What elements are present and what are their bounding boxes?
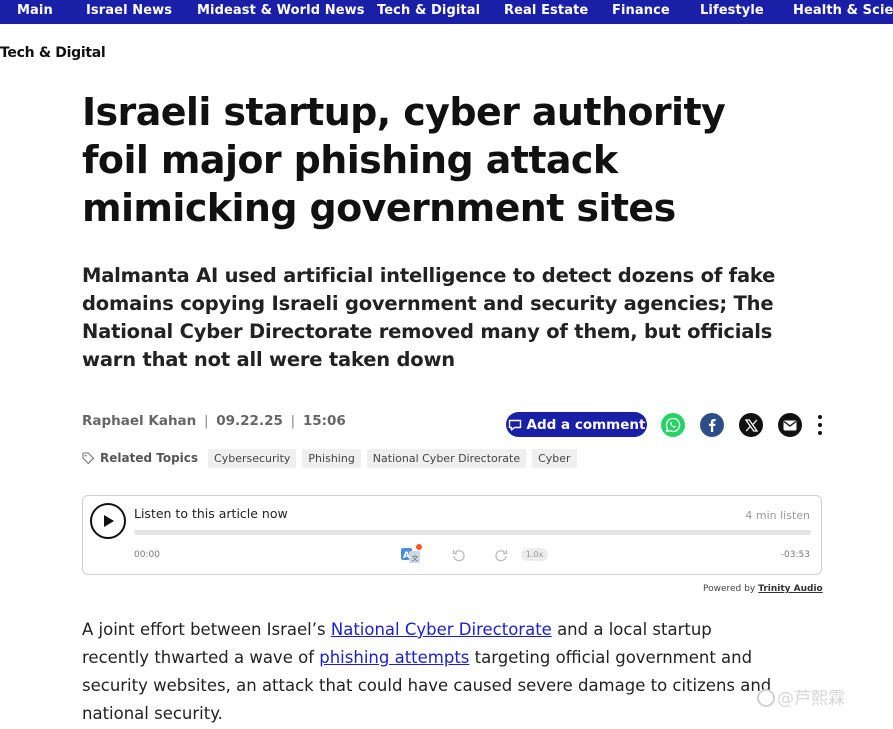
tag-icon [82, 452, 94, 464]
article-body-paragraph: A joint effort between Israel’s National… [82, 616, 782, 728]
topic-chip-phishing[interactable]: Phishing [302, 448, 361, 468]
nav-item-israel-news[interactable]: Israel News [86, 3, 172, 18]
article-headline: Israeli startup, cyber authority foil ma… [82, 90, 726, 230]
related-topics-label: Related Topics [100, 451, 199, 465]
nav-item-lifestyle[interactable]: Lifestyle [700, 3, 764, 18]
facebook-share-button[interactable] [700, 413, 724, 437]
nav-item-mideast-world-news[interactable]: Mideast & World News [197, 3, 365, 18]
article-subheadline: Malmanta AI used artificial intelligence… [82, 264, 776, 371]
email-icon [783, 420, 797, 430]
topic-chip-cybersecurity[interactable]: Cybersecurity [208, 448, 297, 468]
publish-date: 09.22.25 [216, 413, 283, 429]
topic-chip-cyber[interactable]: Cyber [532, 448, 577, 468]
phishing-attempts-link[interactable]: phishing attempts [319, 648, 469, 667]
more-icon-dot [818, 423, 822, 427]
playback-speed-button[interactable]: 1.0x [521, 548, 548, 561]
powered-by-label: Powered by [703, 584, 756, 594]
audio-player: Listen to this article now 4 min listen … [82, 495, 822, 575]
trinity-audio-link[interactable]: Trinity Audio [758, 584, 823, 594]
more-options-button[interactable] [815, 413, 825, 437]
email-share-button[interactable] [778, 413, 802, 437]
watermark: @芦熙霖 [757, 684, 845, 709]
body-text-segment: A joint effort between Israel’s [82, 620, 331, 639]
svg-text:A: A [403, 551, 410, 561]
svg-text:文: 文 [412, 554, 419, 563]
whatsapp-icon [665, 417, 681, 433]
nav-item-finance[interactable]: Finance [612, 3, 670, 18]
nav-item-tech-digital[interactable]: Tech & Digital [377, 3, 480, 18]
byline: Raphael Kahan | 09.22.25 | 15:06 [82, 413, 346, 429]
rewind-icon [452, 550, 465, 562]
forward-icon [495, 550, 508, 562]
facebook-icon [709, 419, 716, 432]
more-icon-dot [818, 431, 822, 435]
top-navigation: Main Israel News Mideast & World News Te… [0, 0, 893, 24]
nav-item-main[interactable]: Main [17, 3, 53, 18]
author-name[interactable]: Raphael Kahan [82, 413, 196, 429]
powered-by: Powered by Trinity Audio [703, 584, 823, 594]
nav-item-health-science[interactable]: Health & Science [793, 3, 893, 18]
publish-time: 15:06 [302, 413, 346, 429]
byline-divider: | [290, 413, 296, 429]
watermark-logo [757, 689, 775, 707]
player-time-elapsed: 00:00 [134, 550, 160, 560]
topic-chip-national-cyber-directorate[interactable]: National Cyber Directorate [366, 448, 527, 468]
national-cyber-directorate-link[interactable]: National Cyber Directorate [331, 620, 552, 639]
play-icon [104, 515, 114, 527]
more-icon-dot [818, 415, 822, 419]
nav-item-real-estate[interactable]: Real Estate [504, 3, 588, 18]
rewind-button[interactable] [452, 547, 466, 562]
translate-button[interactable]: A 文 [399, 544, 423, 564]
whatsapp-share-button[interactable] [661, 413, 685, 437]
player-time-remaining: -03:53 [780, 550, 810, 560]
byline-divider: | [203, 413, 209, 429]
player-title: Listen to this article now [134, 506, 288, 521]
add-comment-label: Add a comment [526, 416, 646, 433]
play-button[interactable] [90, 503, 126, 539]
related-topics: Related Topics Cybersecurity Phishing Na… [82, 447, 577, 469]
forward-button[interactable] [494, 547, 508, 562]
x-share-button[interactable] [739, 413, 763, 437]
player-duration: 4 min listen [745, 509, 810, 522]
x-icon [744, 418, 758, 432]
add-comment-button[interactable]: Add a comment [506, 412, 647, 437]
section-label[interactable]: Tech & Digital [0, 45, 106, 61]
player-progress-bar[interactable] [134, 530, 811, 535]
watermark-text: @芦熙霖 [777, 689, 845, 709]
comment-bubble-icon [508, 419, 521, 431]
translate-icon: A 文 [401, 544, 422, 563]
